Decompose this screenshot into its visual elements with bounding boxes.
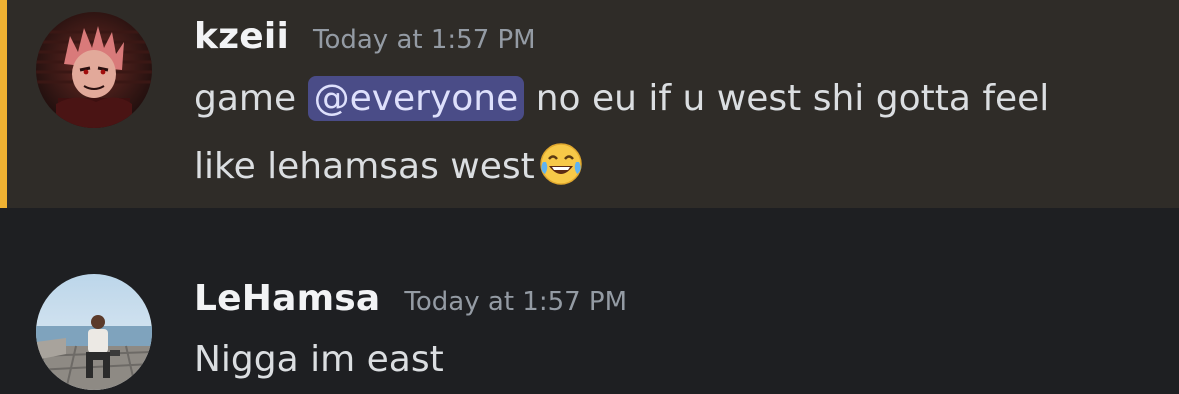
tears-of-joy-emoji-icon[interactable] bbox=[537, 140, 585, 188]
message-content: Nigga im east bbox=[194, 326, 444, 394]
message-text-rest: no eu if u west shi gotta feel bbox=[524, 78, 1050, 119]
avatar-lehamsa[interactable] bbox=[36, 274, 152, 390]
message-item-highlighted[interactable]: kzeii Today at 1:57 PM game @everyone no… bbox=[0, 0, 1179, 208]
message-line-2: like lehamsas west bbox=[194, 133, 1049, 201]
mention-highlight-bar bbox=[0, 0, 7, 208]
message-header: kzeii Today at 1:57 PM bbox=[194, 16, 536, 57]
avatar-image bbox=[36, 274, 152, 390]
everyone-mention[interactable]: @everyone bbox=[307, 76, 525, 121]
message-text-line2: like lehamsas west bbox=[194, 146, 535, 187]
timestamp[interactable]: Today at 1:57 PM bbox=[313, 25, 536, 55]
username[interactable]: kzeii bbox=[194, 16, 289, 57]
message-content: game @everyone no eu if u west shi gotta… bbox=[194, 65, 1049, 201]
message-header: LeHamsa Today at 1:57 PM bbox=[194, 278, 627, 319]
avatar-image bbox=[36, 12, 152, 128]
avatar-kzeii[interactable] bbox=[36, 12, 152, 128]
username[interactable]: LeHamsa bbox=[194, 278, 380, 319]
message-text-start: game bbox=[194, 78, 308, 119]
message-line-1: game @everyone no eu if u west shi gotta… bbox=[194, 65, 1049, 133]
message-text: Nigga im east bbox=[194, 339, 444, 380]
timestamp[interactable]: Today at 1:57 PM bbox=[404, 287, 627, 317]
